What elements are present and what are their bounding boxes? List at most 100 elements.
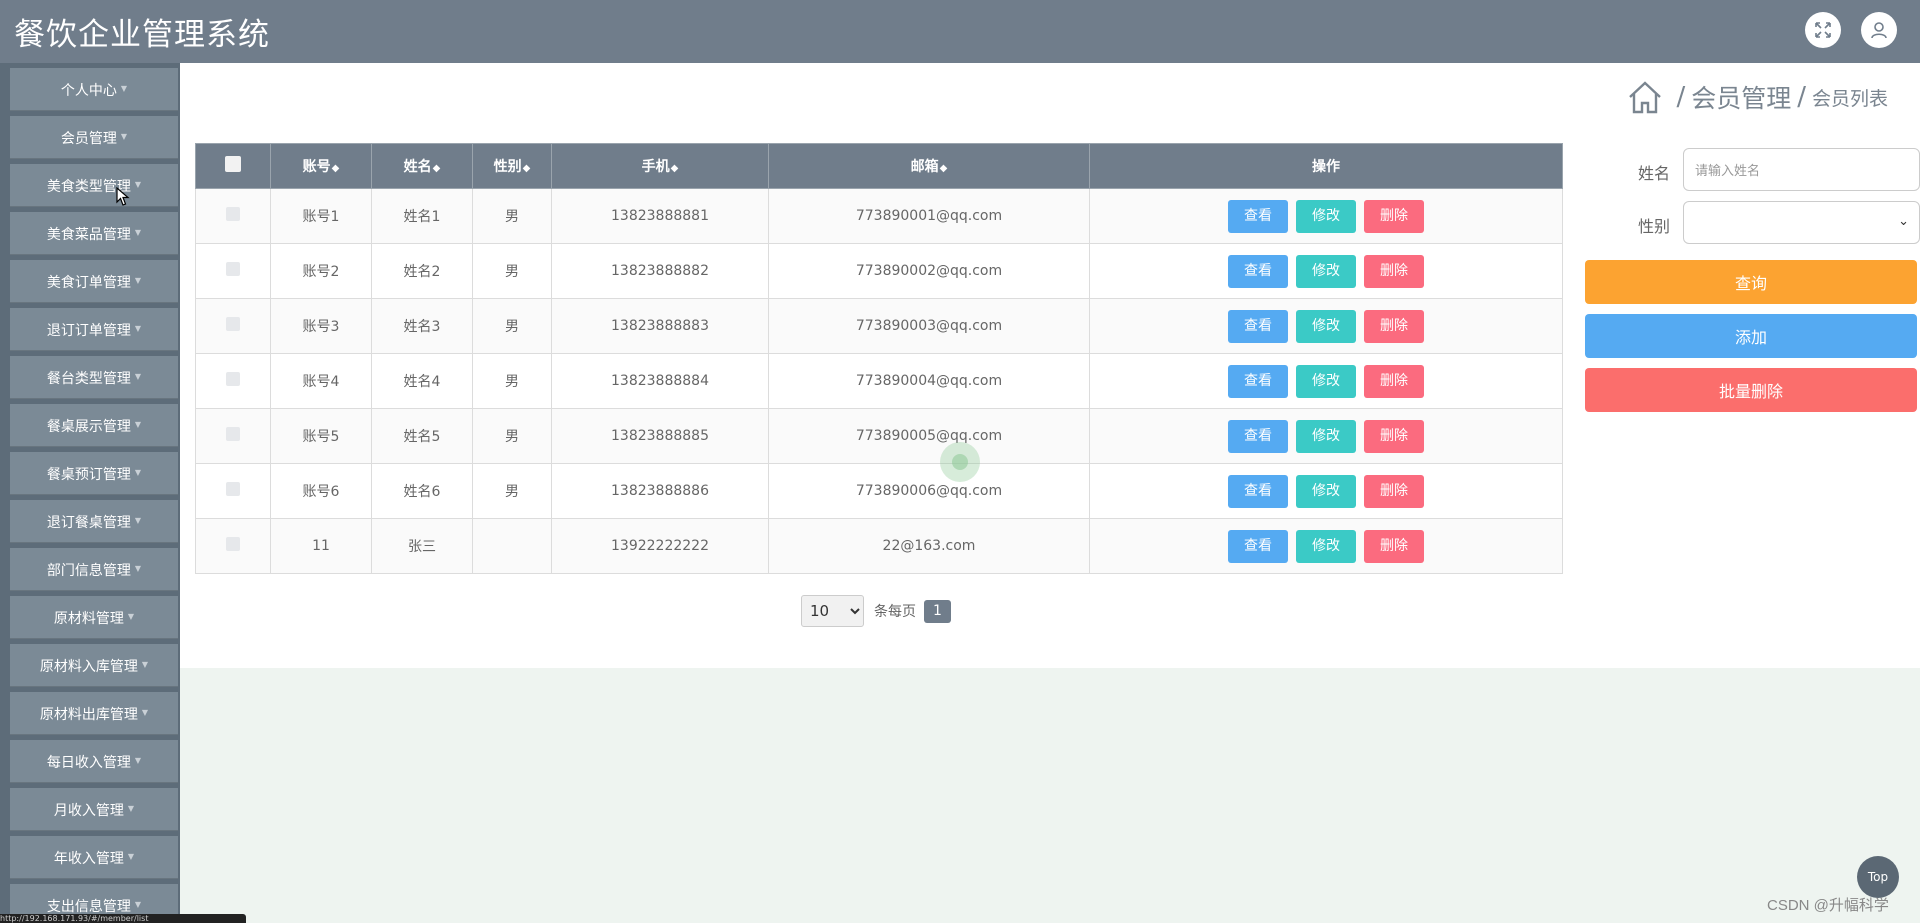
page-number-current[interactable]: 1 — [924, 599, 951, 623]
row-checkbox[interactable] — [226, 207, 240, 221]
sidebar-item[interactable]: 原材料出库管理 ▼ — [10, 692, 178, 735]
view-button[interactable]: 查看 — [1228, 309, 1288, 343]
row-checkbox[interactable] — [226, 372, 240, 386]
name-search-input[interactable]: 请输入姓名 — [1683, 148, 1920, 191]
caret-down-icon: ▼ — [134, 756, 142, 765]
row-checkbox[interactable] — [226, 317, 240, 331]
breadcrumb-separator: / — [1676, 82, 1686, 112]
cell-actions: 查看 修改 删除 — [1089, 463, 1563, 519]
row-select-cell[interactable] — [195, 408, 271, 464]
caret-down-icon: ▼ — [127, 612, 135, 621]
user-icon[interactable] — [1861, 12, 1897, 48]
table-row: 账号4 姓名4 男 13823888884 773890004@qq.com 查看 修改 删除 — [195, 353, 1563, 409]
sidebar-item[interactable]: 餐桌展示管理 ▼ — [10, 404, 178, 447]
sidebar-item[interactable]: 餐桌预订管理 ▼ — [10, 452, 178, 495]
edit-button[interactable]: 修改 — [1296, 254, 1356, 288]
sidebar-item-label: 部门信息管理 — [46, 562, 131, 579]
cell-gender — [472, 518, 552, 574]
row-select-cell[interactable] — [195, 243, 271, 299]
delete-button[interactable]: 删除 — [1364, 419, 1424, 453]
cell-gender: 男 — [472, 463, 552, 519]
sidebar-item-label: 餐桌预订管理 — [46, 466, 131, 483]
back-to-top-button[interactable]: Top — [1857, 856, 1899, 898]
edit-button[interactable]: 修改 — [1296, 419, 1356, 453]
row-checkbox[interactable] — [226, 427, 240, 441]
row-select-cell[interactable] — [195, 518, 271, 574]
view-button[interactable]: 查看 — [1228, 419, 1288, 453]
app-title: 餐饮企业管理系统 — [14, 17, 270, 53]
sidebar-item[interactable]: 个人中心 ▼ — [10, 68, 178, 111]
delete-button[interactable]: 删除 — [1364, 364, 1424, 398]
cell-email: 22@163.com — [768, 518, 1090, 574]
sidebar-item[interactable]: 美食菜品管理 ▼ — [10, 212, 178, 255]
breadcrumb-section[interactable]: 会员管理 — [1691, 79, 1791, 115]
sidebar-item[interactable]: 餐台类型管理 ▼ — [10, 356, 178, 399]
edit-button[interactable]: 修改 — [1296, 309, 1356, 343]
home-icon[interactable] — [1626, 78, 1664, 116]
cell-name: 姓名4 — [371, 353, 473, 409]
sort-icon: ◆ — [522, 163, 531, 174]
sidebar-item[interactable]: 部门信息管理 ▼ — [10, 548, 178, 591]
sidebar-item[interactable]: 每日收入管理 ▼ — [10, 740, 178, 783]
row-select-cell[interactable] — [195, 463, 271, 519]
sidebar-item[interactable]: 月收入管理 ▼ — [10, 788, 178, 831]
edit-button[interactable]: 修改 — [1296, 199, 1356, 233]
view-button[interactable]: 查看 — [1228, 254, 1288, 288]
cell-actions: 查看 修改 删除 — [1089, 518, 1563, 574]
sidebar-item-label: 月收入管理 — [53, 802, 124, 819]
cell-account: 账号2 — [270, 243, 372, 299]
select-all-header[interactable] — [195, 143, 271, 189]
column-header-name[interactable]: 姓名◆ — [371, 143, 473, 189]
delete-button[interactable]: 删除 — [1364, 309, 1424, 343]
name-filter-label: 姓名 — [1638, 164, 1671, 183]
gender-select[interactable]: ⌄ — [1683, 201, 1920, 244]
sidebar-item[interactable]: 美食类型管理 ▼ — [10, 164, 178, 207]
cell-account: 账号1 — [270, 188, 372, 244]
query-button[interactable]: 查询 — [1585, 260, 1917, 304]
table-row: 账号5 姓名5 男 13823888885 773890005@qq.com 查看 修改 删除 — [195, 408, 1563, 464]
view-button[interactable]: 查看 — [1228, 364, 1288, 398]
cell-name: 姓名6 — [371, 463, 473, 519]
edit-button[interactable]: 修改 — [1296, 529, 1356, 563]
view-button[interactable]: 查看 — [1228, 474, 1288, 508]
row-checkbox[interactable] — [226, 262, 240, 276]
select-all-checkbox[interactable] — [225, 156, 241, 172]
sidebar-item[interactable]: 美食订单管理 ▼ — [10, 260, 178, 303]
row-select-cell[interactable] — [195, 353, 271, 409]
edit-button[interactable]: 修改 — [1296, 474, 1356, 508]
view-button[interactable]: 查看 — [1228, 199, 1288, 233]
column-header-phone[interactable]: 手机◆ — [551, 143, 769, 189]
edit-button[interactable]: 修改 — [1296, 364, 1356, 398]
delete-button[interactable]: 删除 — [1364, 199, 1424, 233]
row-checkbox[interactable] — [226, 537, 240, 551]
caret-down-icon: ▼ — [120, 132, 128, 141]
add-button[interactable]: 添加 — [1585, 314, 1917, 358]
page-size-select[interactable]: 10 — [801, 595, 864, 627]
cell-gender: 男 — [472, 188, 552, 244]
delete-button[interactable]: 删除 — [1364, 474, 1424, 508]
view-button[interactable]: 查看 — [1228, 529, 1288, 563]
row-select-cell[interactable] — [195, 298, 271, 354]
sidebar-item[interactable]: 退订订单管理 ▼ — [10, 308, 178, 351]
cell-account: 账号3 — [270, 298, 372, 354]
cell-email: 773890001@qq.com — [768, 188, 1090, 244]
column-header-email[interactable]: 邮箱◆ — [768, 143, 1090, 189]
sidebar-item[interactable]: 原材料入库管理 ▼ — [10, 644, 178, 687]
cell-actions: 查看 修改 删除 — [1089, 188, 1563, 244]
page-background — [180, 668, 1920, 923]
sidebar-item[interactable]: 会员管理 ▼ — [10, 116, 178, 159]
sidebar-item[interactable]: 原材料管理 ▼ — [10, 596, 178, 639]
column-header-gender[interactable]: 性别◆ — [472, 143, 552, 189]
delete-button[interactable]: 删除 — [1364, 529, 1424, 563]
breadcrumb-separator: / — [1797, 82, 1806, 112]
fullscreen-icon[interactable] — [1805, 12, 1841, 48]
sidebar: 个人中心 ▼ 会员管理 ▼ 美食类型管理 ▼ 美食菜品管理 ▼ 美食订单管理 ▼ 退订订单管理 ▼ 餐台… — [0, 63, 180, 923]
sidebar-item[interactable]: 年收入管理 ▼ — [10, 836, 178, 879]
batch-delete-button[interactable]: 批量删除 — [1585, 368, 1917, 412]
cell-phone: 13922222222 — [551, 518, 769, 574]
delete-button[interactable]: 删除 — [1364, 254, 1424, 288]
sidebar-item[interactable]: 退订餐桌管理 ▼ — [10, 500, 178, 543]
row-checkbox[interactable] — [226, 482, 240, 496]
row-select-cell[interactable] — [195, 188, 271, 244]
column-header-account[interactable]: 账号◆ — [270, 143, 372, 189]
